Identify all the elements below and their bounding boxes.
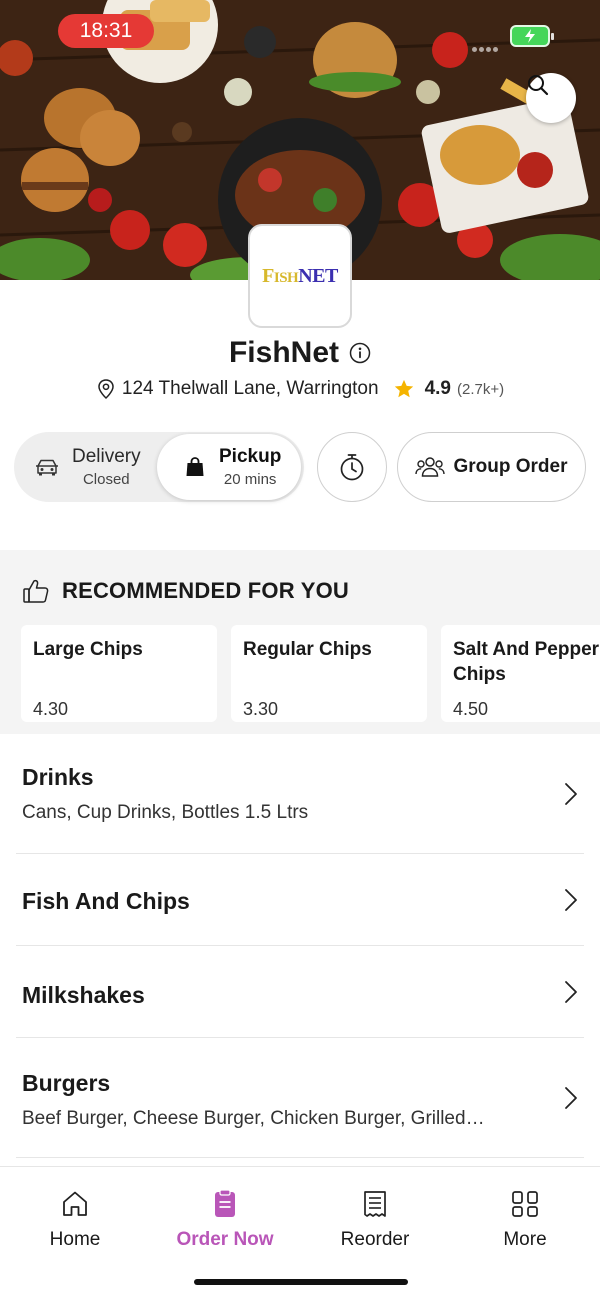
order-mode-toggle: Delivery Closed Pickup 20 mins bbox=[14, 432, 304, 502]
category-row-burgers[interactable]: Burgers Beef Burger, Cheese Burger, Chic… bbox=[16, 1038, 584, 1158]
group-people-icon bbox=[415, 457, 446, 477]
shopping-bag-icon bbox=[186, 457, 204, 476]
home-indicator bbox=[194, 1279, 408, 1285]
category-title: Drinks bbox=[22, 764, 94, 790]
chevron-right-icon bbox=[565, 783, 577, 805]
receipt-icon bbox=[364, 1191, 386, 1217]
recommended-item-name: Salt And Pepper Chips bbox=[453, 639, 600, 685]
delivery-status: Closed bbox=[82, 471, 130, 488]
category-subtitle: Beef Burger, Cheese Burger, Chicken Burg… bbox=[22, 1108, 485, 1129]
nav-order-now[interactable]: Order Now bbox=[160, 1189, 290, 1251]
chevron-right-icon bbox=[565, 889, 577, 911]
pickup-label: Pickup bbox=[219, 446, 282, 467]
grid-icon bbox=[512, 1191, 538, 1217]
recommended-item-name: Large Chips bbox=[33, 639, 143, 660]
nav-reorder[interactable]: Reorder bbox=[310, 1189, 440, 1251]
store-rating: 4.9 bbox=[424, 378, 451, 399]
recommended-item-price: 4.30 bbox=[33, 699, 69, 719]
store-name: FishNet bbox=[228, 336, 339, 369]
pickup-option[interactable]: Pickup 20 mins bbox=[157, 434, 301, 500]
nav-more[interactable]: More bbox=[460, 1189, 590, 1251]
recommended-item-price: 3.30 bbox=[243, 699, 279, 719]
chevron-right-icon bbox=[565, 1087, 577, 1109]
order-icon bbox=[215, 1189, 235, 1217]
delivery-label: Delivery bbox=[72, 446, 141, 467]
delivery-option[interactable]: Delivery Closed bbox=[14, 432, 159, 502]
nav-label: Reorder bbox=[340, 1229, 410, 1250]
category-row-milkshakes[interactable]: Milkshakes bbox=[16, 946, 584, 1038]
category-title: Burgers bbox=[22, 1070, 111, 1096]
location-pin-icon bbox=[98, 379, 114, 400]
status-time: 18:31 bbox=[58, 14, 154, 48]
recommended-item-card[interactable]: Regular Chips 3.30 bbox=[231, 625, 427, 722]
category-row-drinks[interactable]: Drinks Cans, Cup Drinks, Bottles 1.5 Ltr… bbox=[16, 734, 584, 854]
recommended-item-card[interactable]: Salt And Pepper Chips 4.50 bbox=[441, 625, 600, 722]
battery-charging-icon bbox=[510, 25, 554, 47]
category-title: Fish And Chips bbox=[22, 888, 190, 914]
search-icon bbox=[528, 75, 549, 96]
nav-label: Order Now bbox=[176, 1229, 274, 1250]
chevron-right-icon bbox=[565, 981, 577, 1003]
thumbs-up-icon bbox=[23, 579, 49, 603]
category-title: Milkshakes bbox=[22, 982, 145, 1008]
group-order-label: Group Order bbox=[453, 456, 568, 477]
info-icon[interactable] bbox=[349, 342, 371, 364]
recommended-header: RECOMMENDED FOR YOU bbox=[22, 578, 349, 604]
store-header: FishNet bbox=[0, 336, 600, 370]
search-button[interactable] bbox=[526, 73, 576, 123]
star-icon bbox=[394, 379, 413, 398]
signal-dots-icon bbox=[472, 39, 504, 52]
store-logo-text: FISHNET bbox=[262, 264, 338, 287]
nav-label: More bbox=[503, 1229, 547, 1250]
store-address: 124 Thelwall Lane, Warrington bbox=[121, 378, 379, 399]
home-icon bbox=[63, 1191, 87, 1216]
stopwatch-icon bbox=[340, 454, 364, 481]
group-order-button[interactable]: Group Order bbox=[397, 432, 586, 502]
recommended-item-card[interactable]: Large Chips 4.30 bbox=[21, 625, 217, 722]
car-icon bbox=[36, 459, 58, 476]
recommended-item-name: Regular Chips bbox=[243, 639, 372, 660]
store-logo: FISHNET bbox=[248, 224, 352, 328]
recommended-item-price: 4.50 bbox=[453, 699, 489, 719]
store-address-row: 124 Thelwall Lane, Warrington 4.9 (2.7k+… bbox=[0, 378, 600, 400]
rating-count: (2.7k+) bbox=[456, 380, 505, 398]
nav-label: Home bbox=[49, 1229, 101, 1250]
recommended-section: RECOMMENDED FOR YOU Large Chips 4.30 Reg… bbox=[0, 550, 600, 734]
schedule-button[interactable] bbox=[317, 432, 387, 502]
pickup-time: 20 mins bbox=[223, 471, 277, 488]
category-subtitle: Cans, Cup Drinks, Bottles 1.5 Ltrs bbox=[22, 802, 309, 823]
category-row-fish-and-chips[interactable]: Fish And Chips bbox=[16, 854, 584, 946]
recommended-title: RECOMMENDED FOR YOU bbox=[62, 578, 349, 603]
nav-home[interactable]: Home bbox=[10, 1189, 140, 1251]
